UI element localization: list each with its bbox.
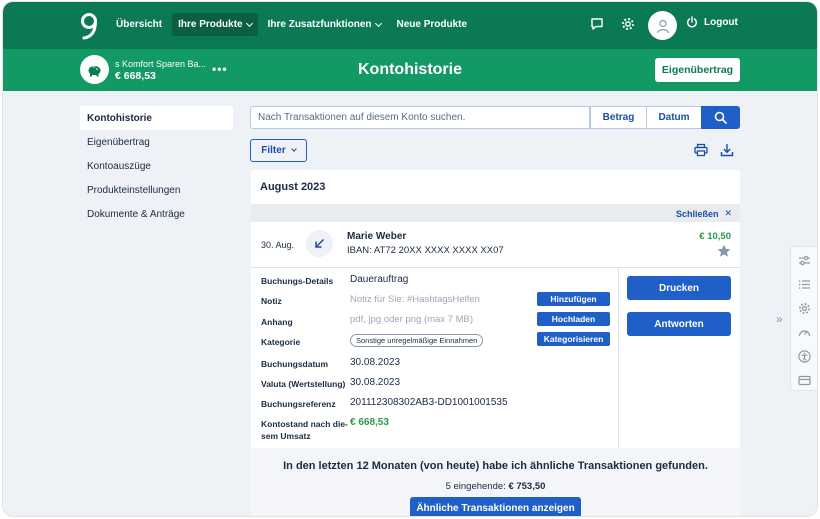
search-icon — [714, 111, 727, 124]
sidebar-item-dokumente[interactable]: Dokumente & Anträge — [80, 202, 233, 226]
side-tool-panel — [790, 246, 817, 391]
balance-after-value: € 668,53 — [350, 417, 389, 428]
logout-label: Logout — [704, 16, 738, 28]
chevron-down-icon — [374, 19, 382, 27]
search-input[interactable]: Nach Transaktionen auf diesem Konto such… — [250, 106, 590, 129]
divider — [251, 267, 740, 268]
power-icon — [687, 16, 697, 28]
settings-icon[interactable] — [798, 302, 811, 315]
nav-neue-produkte[interactable]: Neue Produkte — [391, 13, 474, 36]
reply-button[interactable]: Antworten — [627, 312, 731, 336]
close-icon: ✕ — [724, 208, 732, 218]
booking-date-label: Buchungsdatum — [261, 359, 329, 369]
reference-label: Buchungsreferenz — [261, 399, 336, 409]
print-button[interactable]: Drucken — [627, 276, 731, 300]
expand-panel-icon[interactable]: » — [776, 312, 783, 326]
nav-ihre-produkte[interactable]: Ihre Produkte — [172, 13, 258, 36]
transaction-iban: IBAN: AT72 20XX XXXX XXXX XX07 — [347, 245, 504, 256]
balance-after-label: Kontostand nach die- sem Umsatz — [261, 418, 348, 442]
chevron-down-icon — [290, 146, 297, 152]
nav-uebersicht[interactable]: Übersicht — [110, 13, 168, 36]
note-label: Notiz — [261, 296, 282, 306]
summary-prefix: 5 eingehende: — [445, 481, 506, 492]
summary-amount: € 753,50 — [508, 481, 546, 492]
balance-after-label-line: Kontostand nach die- — [261, 419, 348, 429]
value-date-value: 30.08.2023 — [350, 377, 401, 388]
categorize-button[interactable]: Kategorisieren — [537, 332, 610, 346]
logout-button[interactable]: Logout — [686, 16, 738, 28]
avatar[interactable] — [648, 11, 677, 40]
reference-value: 201112308302AB3-DD1001001535 — [350, 397, 508, 408]
nav-zusatzfunktionen[interactable]: Ihre Zusatzfunktionen — [262, 13, 387, 36]
nav-label: Ihre Produkte — [178, 19, 243, 30]
sidebar-item-kontoauszuege[interactable]: Kontoauszüge — [80, 154, 233, 178]
account-header: s Komfort Sparen Ba... € 668,53 ••• Kont… — [3, 49, 817, 91]
category-label: Kategorie — [261, 337, 301, 347]
main-nav: Übersicht Ihre Produkte Ihre Zusatzfunkt… — [110, 13, 473, 36]
detail-header-bar: Schließen ✕ — [251, 204, 740, 222]
list-icon[interactable] — [798, 278, 811, 291]
transaction-history-card: August 2023 Schließen ✕ 30. Aug. Marie W… — [251, 170, 740, 516]
note-input[interactable]: Notiz für Sie: #HashtagsHelfen — [350, 294, 480, 305]
similar-transactions-title: In den letzten 12 Monaten (von heute) ha… — [283, 460, 708, 472]
booking-details-value: Dauerauftrag — [350, 274, 409, 285]
top-navigation: Übersicht Ihre Produkte Ihre Zusatzfunkt… — [3, 2, 817, 49]
eigenuebertrag-button[interactable]: Eigenübertrag — [655, 58, 740, 82]
month-heading: August 2023 — [260, 181, 326, 193]
sort-date-button[interactable]: Datum — [646, 106, 702, 129]
show-similar-button[interactable]: Ähnliche Transaktionen anzeigen — [410, 497, 581, 516]
upload-button[interactable]: Hochladen — [537, 312, 610, 326]
sort-amount-button[interactable]: Betrag — [590, 106, 647, 129]
app-window: Übersicht Ihre Produkte Ihre Zusatzfunkt… — [3, 2, 817, 516]
transaction-amount: € 10,50 — [699, 231, 731, 242]
sidebar-item-produkteinstellungen[interactable]: Produkteinstellungen — [80, 178, 233, 202]
booking-details-label: Buchungs-Details — [261, 276, 334, 286]
sidebar-item-kontohistorie[interactable]: Kontohistorie — [80, 106, 233, 130]
transaction-date: 30. Aug. — [261, 240, 295, 250]
download-icon[interactable] — [720, 143, 734, 157]
nav-label: Neue Produkte — [396, 19, 468, 30]
search-button[interactable] — [701, 106, 740, 129]
gear-icon[interactable] — [621, 17, 635, 31]
sidebar-item-eigenuebertrag[interactable]: Eigenübertrag — [80, 130, 233, 154]
transaction-type-badge — [306, 230, 333, 257]
print-icon[interactable] — [694, 143, 708, 157]
nav-label: Übersicht — [116, 19, 163, 30]
chevron-down-icon — [245, 19, 253, 27]
filter-button[interactable]: Filter — [250, 139, 307, 162]
value-date-label: Valuta (Wertstellung) — [261, 379, 346, 389]
add-note-button[interactable]: Hinzufügen — [537, 292, 610, 306]
divider — [618, 268, 619, 448]
category-chip[interactable]: Sonstige unregelmäßige Einnahmen — [350, 334, 484, 347]
booking-date-value: 30.08.2023 — [350, 357, 401, 368]
card-icon[interactable] — [798, 374, 811, 387]
nav-label: Ihre Zusatzfunktionen — [267, 19, 372, 30]
user-icon — [656, 19, 669, 33]
star-icon[interactable] — [717, 244, 731, 258]
chat-icon[interactable] — [590, 17, 604, 31]
attachment-input[interactable]: pdf, jpg oder png (max 7 MB) — [350, 314, 473, 325]
attachment-label: Anhang — [261, 317, 293, 327]
gauge-icon[interactable] — [798, 326, 811, 339]
accessibility-icon[interactable] — [798, 350, 811, 363]
close-details-button[interactable]: Schließen ✕ — [676, 208, 732, 219]
filter-label: Filter — [261, 145, 286, 156]
close-label: Schließen — [675, 208, 719, 219]
balance-after-label-line: sem Umsatz — [261, 431, 311, 441]
sliders-icon[interactable] — [798, 254, 811, 267]
transaction-party: Marie Weber — [347, 231, 407, 242]
bank-logo-icon[interactable] — [79, 12, 99, 40]
sidebar: Kontohistorie Eigenübertrag Kontoauszüge… — [80, 106, 233, 226]
similar-transactions-panel: In den letzten 12 Monaten (von heute) ha… — [251, 448, 740, 516]
similar-transactions-summary: 5 eingehende: € 753,50 — [251, 481, 740, 492]
incoming-arrow-icon — [315, 238, 325, 248]
